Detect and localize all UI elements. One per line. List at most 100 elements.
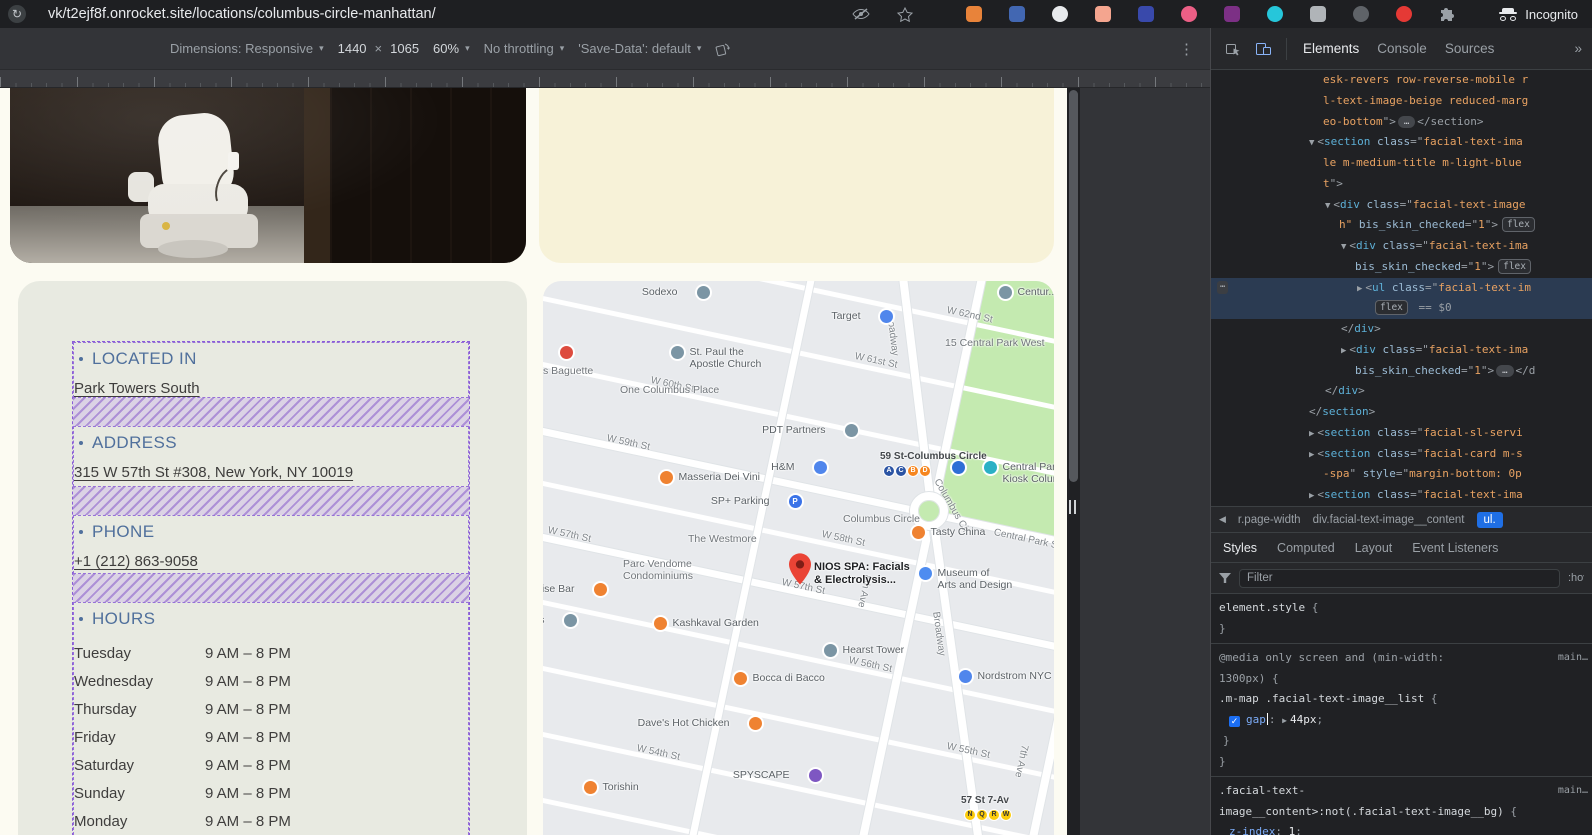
map-pin[interactable] bbox=[789, 553, 811, 588]
extension-teal[interactable] bbox=[1267, 6, 1283, 22]
styles-filter-input[interactable] bbox=[1239, 569, 1560, 588]
resize-grip-icon[interactable] bbox=[1069, 500, 1079, 514]
tab-event-listeners[interactable]: Event Listeners bbox=[1412, 541, 1498, 555]
tab-elements[interactable]: Elements bbox=[1301, 41, 1361, 56]
incognito-label: Incognito bbox=[1525, 7, 1578, 22]
tree-line[interactable]: h" bis_skin_checked="1">flex bbox=[1211, 215, 1592, 236]
style-line[interactable]: @media only screen and (min-width:main… bbox=[1211, 648, 1592, 669]
tree-line[interactable]: </section> bbox=[1211, 402, 1592, 423]
device-toolbar-menu-icon[interactable]: ⋮ bbox=[1179, 40, 1194, 58]
style-line[interactable]: ✓gap: ▶44px; bbox=[1211, 710, 1592, 732]
tree-line[interactable]: -spa" style="margin-bottom: 0p bbox=[1211, 464, 1592, 485]
tree-line[interactable]: ▶<section class="facial-text-ima bbox=[1211, 485, 1592, 506]
tab-layout[interactable]: Layout bbox=[1355, 541, 1393, 555]
styles-tab-bar: Styles Computed Layout Event Listeners bbox=[1211, 533, 1592, 563]
style-line[interactable]: } bbox=[1211, 619, 1592, 640]
tab-computed[interactable]: Computed bbox=[1277, 541, 1335, 555]
chevron-left-icon[interactable]: ◀ bbox=[1219, 514, 1226, 525]
map[interactable]: W 62nd StW 61st StW 60th StW 59th StW 58… bbox=[543, 281, 1054, 835]
style-line[interactable]: 1300px) { bbox=[1211, 669, 1592, 690]
subway-line-badge: N bbox=[965, 810, 975, 820]
tree-line[interactable]: ▶<div class="facial-text-ima bbox=[1211, 340, 1592, 361]
tree-line[interactable]: t"> bbox=[1211, 174, 1592, 195]
style-line[interactable]: } bbox=[1211, 731, 1592, 752]
device-toolbar-toggle-icon[interactable] bbox=[1255, 41, 1272, 57]
extension-facebook[interactable] bbox=[1009, 6, 1025, 22]
tree-line[interactable]: bis_skin_checked="1">…</d bbox=[1211, 361, 1592, 382]
transit-station-icon[interactable] bbox=[952, 461, 965, 474]
extension-red[interactable] bbox=[1396, 6, 1412, 22]
throttling-dropdown[interactable]: No throttling▾ bbox=[484, 41, 565, 56]
tree-line[interactable]: ⋯▶<ul class="facial-text-im bbox=[1211, 278, 1592, 299]
more-actions-icon[interactable]: ⋯ bbox=[1217, 281, 1228, 294]
save-data-dropdown[interactable]: 'Save-Data': default▾ bbox=[578, 41, 701, 56]
tab-console[interactable]: Console bbox=[1375, 41, 1429, 56]
tree-line[interactable]: le m-medium-title m-light-blue bbox=[1211, 153, 1592, 174]
phone-link[interactable]: +1 (212) 863-9058 bbox=[74, 552, 198, 572]
flex-badge[interactable]: flex bbox=[1498, 259, 1531, 274]
style-line[interactable]: } bbox=[1211, 752, 1592, 773]
password-eye-off-icon[interactable] bbox=[852, 7, 870, 21]
ellipsis-button[interactable]: … bbox=[1496, 365, 1513, 377]
extensions-puzzle-icon[interactable] bbox=[1439, 6, 1456, 23]
tab-sources[interactable]: Sources bbox=[1443, 41, 1497, 56]
tree-line[interactable]: esk-revers row-reverse-mobile r bbox=[1211, 70, 1592, 91]
reload-icon[interactable]: ↻ bbox=[8, 5, 26, 23]
extension-ink[interactable] bbox=[1138, 6, 1154, 22]
tree-line[interactable]: eo-bottom">…</section> bbox=[1211, 112, 1592, 133]
extension-pen[interactable] bbox=[1310, 6, 1326, 22]
style-line[interactable]: z-index: 1; bbox=[1211, 822, 1592, 835]
extension-gear[interactable] bbox=[1353, 6, 1369, 22]
rotate-device-icon[interactable] bbox=[715, 41, 731, 57]
dimensions-separator: × bbox=[373, 41, 385, 56]
breadcrumb-item[interactable]: ul. bbox=[1477, 512, 1503, 528]
tree-line[interactable]: flex == $0 bbox=[1211, 298, 1592, 319]
tree-line[interactable]: </div> bbox=[1211, 381, 1592, 402]
tree-line[interactable]: ▼<div class="facial-text-image bbox=[1211, 195, 1592, 216]
stylesheet-link[interactable]: main… bbox=[1558, 648, 1588, 669]
tree-line[interactable]: </div> bbox=[1211, 319, 1592, 340]
style-line[interactable]: image__content>:not(.facial-text-image__… bbox=[1211, 802, 1592, 823]
poi-label: The Westmore bbox=[688, 533, 757, 545]
emulated-page: LOCATED IN Park Towers South ADDRESS 315… bbox=[0, 88, 1067, 835]
bookmark-star-icon[interactable] bbox=[897, 7, 913, 22]
tab-styles[interactable]: Styles bbox=[1223, 541, 1257, 555]
hover-state-toggle[interactable]: :hov bbox=[1568, 572, 1584, 584]
extension-salmon[interactable] bbox=[1095, 6, 1111, 22]
property-checkbox[interactable]: ✓ bbox=[1229, 716, 1240, 727]
style-line[interactable]: .m-map .facial-text-image__list { bbox=[1211, 689, 1592, 710]
page-scrollbar[interactable] bbox=[1067, 88, 1080, 835]
poi-label: Parc VendomeCondominiums bbox=[623, 558, 693, 582]
located-in-link[interactable]: Park Towers South bbox=[74, 379, 200, 399]
ellipsis-button[interactable]: … bbox=[1398, 116, 1415, 128]
more-tabs-icon[interactable]: » bbox=[1574, 41, 1582, 56]
pin-label: NIOS SPA: Facials & Electrolysis... bbox=[814, 561, 910, 587]
style-line[interactable]: .facial-text-main… bbox=[1211, 781, 1592, 802]
tree-line[interactable]: bis_skin_checked="1">flex bbox=[1211, 257, 1592, 278]
flex-badge[interactable]: flex bbox=[1375, 300, 1408, 315]
flex-badge[interactable]: flex bbox=[1502, 217, 1535, 232]
inspect-element-icon[interactable] bbox=[1225, 41, 1241, 57]
tree-line[interactable]: ▶<section class="facial-card m-s bbox=[1211, 444, 1592, 465]
dimensions-dropdown[interactable]: Dimensions: Responsive▾ bbox=[170, 41, 324, 56]
url-text[interactable]: vk/t2ejf8f.onrocket.site/locations/colum… bbox=[48, 6, 436, 22]
viewport-height-input[interactable]: 1065 bbox=[390, 41, 419, 56]
subway-line-badge: C bbox=[896, 466, 906, 476]
extension-slack[interactable] bbox=[1224, 6, 1240, 22]
address-link[interactable]: 315 W 57th St #308, New York, NY 10019 bbox=[74, 463, 353, 483]
tree-line[interactable]: ▶<section class="facial-sl-servi bbox=[1211, 423, 1592, 444]
tree-line[interactable]: l-text-image-beige reduced-marg bbox=[1211, 91, 1592, 112]
style-line[interactable]: element.style { bbox=[1211, 598, 1592, 619]
viewport-width-input[interactable]: 1440 bbox=[338, 41, 367, 56]
stylesheet-link[interactable]: main… bbox=[1558, 781, 1588, 802]
breadcrumb-item[interactable]: r.page-width bbox=[1238, 514, 1301, 526]
zoom-dropdown[interactable]: 60%▾ bbox=[433, 41, 470, 56]
scrollbar-thumb[interactable] bbox=[1069, 90, 1078, 482]
breadcrumb-item[interactable]: div.facial-text-image__content bbox=[1313, 514, 1465, 526]
tree-line[interactable]: ▼<div class="facial-text-ima bbox=[1211, 236, 1592, 257]
tree-line[interactable]: ▼<section class="facial-text-ima bbox=[1211, 132, 1592, 153]
extension-orange[interactable] bbox=[966, 6, 982, 22]
incognito-indicator[interactable]: Incognito bbox=[1483, 7, 1578, 22]
extension-chat[interactable] bbox=[1181, 6, 1197, 22]
extension-target[interactable] bbox=[1052, 6, 1068, 22]
